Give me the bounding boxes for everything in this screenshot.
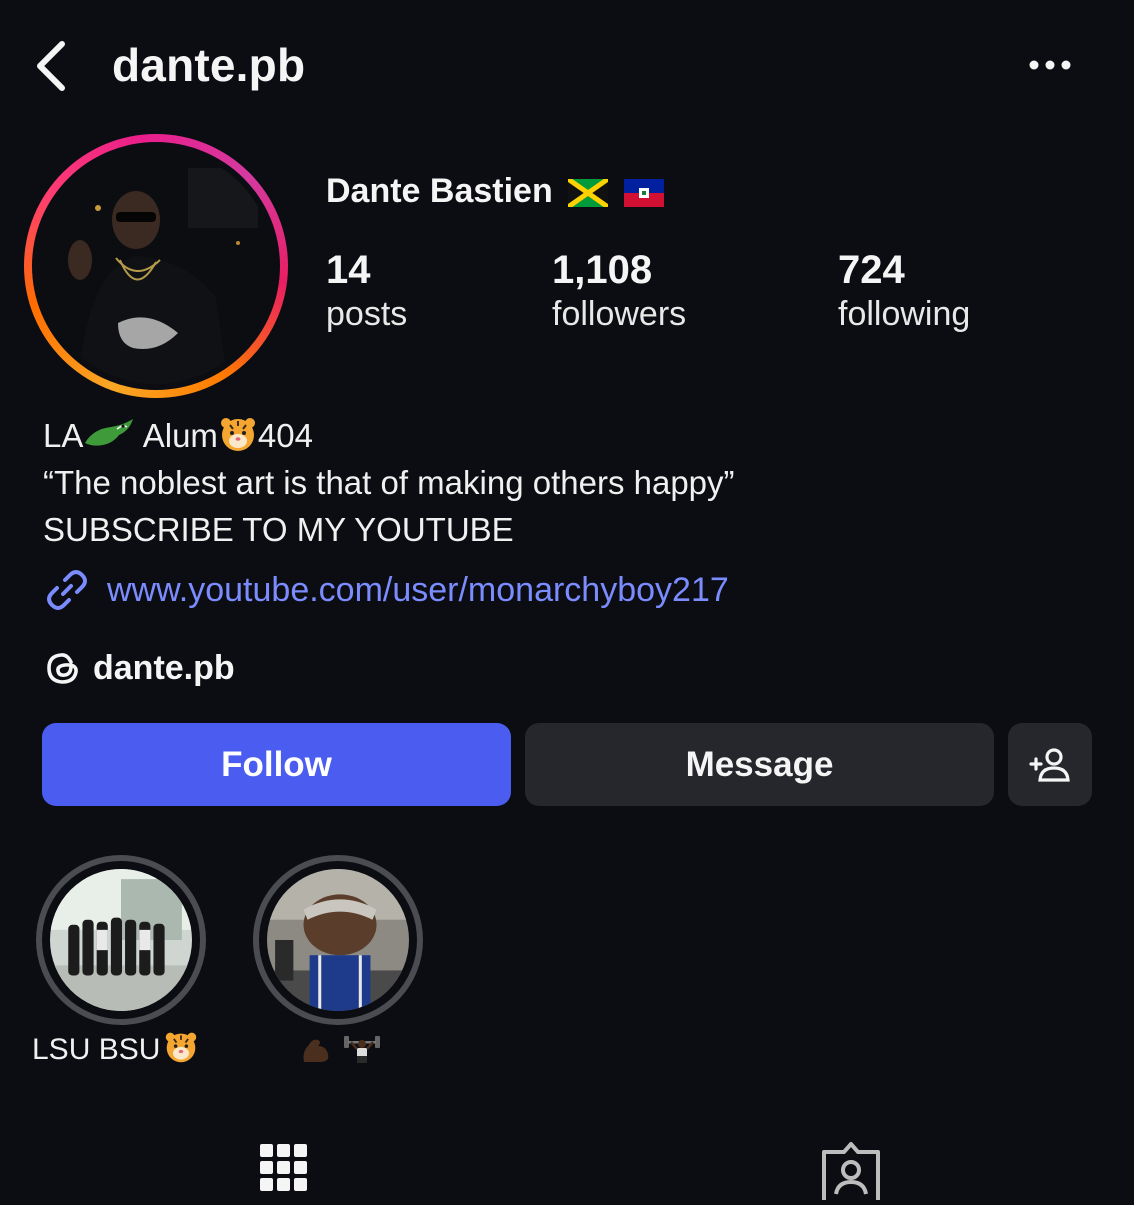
- more-options-button[interactable]: [1020, 50, 1080, 80]
- external-link-text: www.youtube.com/user/monarchyboy217: [107, 570, 729, 609]
- add-user-button[interactable]: [1008, 723, 1092, 806]
- highlight-lsu-bsu[interactable]: [36, 855, 206, 1025]
- link-icon: [47, 570, 87, 610]
- message-button[interactable]: Message: [525, 723, 994, 806]
- highlight-label-lsu-bsu: LSU BSU: [32, 1030, 199, 1067]
- bio-text-la: LA: [43, 417, 84, 454]
- highlight-label-gym: [298, 1030, 382, 1069]
- highlight-label-text: LSU BSU: [32, 1033, 161, 1066]
- posts-count: 14: [326, 248, 371, 292]
- tab-tagged[interactable]: [820, 1140, 882, 1204]
- bio: LA Alum 404 “The noblest art is that of …: [43, 412, 735, 553]
- stat-posts[interactable]: 14 posts: [326, 248, 407, 334]
- flexed-biceps-emoji-icon: [303, 1039, 329, 1062]
- following-label: following: [838, 295, 971, 333]
- avatar: [38, 148, 274, 384]
- threads-icon: [47, 653, 78, 684]
- external-link[interactable]: www.youtube.com/user/monarchyboy217: [43, 566, 729, 614]
- more-horizontal-icon: [1029, 60, 1071, 70]
- crocodile-emoji-icon: [85, 419, 134, 446]
- back-button[interactable]: [30, 36, 74, 96]
- threads-handle: dante.pb: [93, 648, 235, 687]
- display-name: Dante Bastien: [326, 172, 664, 211]
- followers-label: followers: [552, 295, 687, 333]
- tiger-emoji-icon: [166, 1032, 197, 1063]
- stat-followers[interactable]: 1,108 followers: [552, 248, 686, 334]
- avatar-story-ring[interactable]: [24, 134, 288, 398]
- tiger-emoji-icon: [220, 418, 255, 451]
- followers-count: 1,108: [552, 248, 653, 292]
- following-count: 724: [838, 248, 905, 292]
- posts-label: posts: [326, 295, 408, 333]
- bio-text-alum: Alum: [135, 417, 218, 454]
- haiti-flag-icon: [623, 179, 664, 208]
- profile-username-title: dante.pb: [112, 39, 306, 91]
- highlight-cover-gym-photo: [267, 869, 409, 1011]
- highlight-gym[interactable]: [253, 855, 423, 1025]
- avatar-photo: [38, 148, 274, 384]
- add-user-icon: [1029, 747, 1070, 782]
- bio-text-404: 404: [257, 417, 313, 454]
- tab-posts-grid[interactable]: [258, 1140, 310, 1200]
- jamaica-flag-icon: [568, 179, 609, 208]
- stat-following[interactable]: 724 following: [838, 248, 970, 334]
- bio-line-2: “The noblest art is that of making other…: [43, 464, 735, 501]
- tagged-person-icon: [822, 1142, 880, 1204]
- chevron-left-icon: [37, 41, 65, 91]
- grid-icon: [260, 1144, 307, 1191]
- highlight-cover-group-photo: [50, 869, 192, 1011]
- bio-line-1: LA Alum 404: [43, 412, 735, 459]
- weightlifter-emoji-icon: [344, 1036, 381, 1063]
- follow-button[interactable]: Follow: [42, 723, 511, 806]
- threads-badge[interactable]: dante.pb: [43, 648, 235, 688]
- display-name-text: Dante Bastien: [326, 172, 553, 210]
- bio-line-3: SUBSCRIBE TO MY YOUTUBE: [43, 511, 514, 548]
